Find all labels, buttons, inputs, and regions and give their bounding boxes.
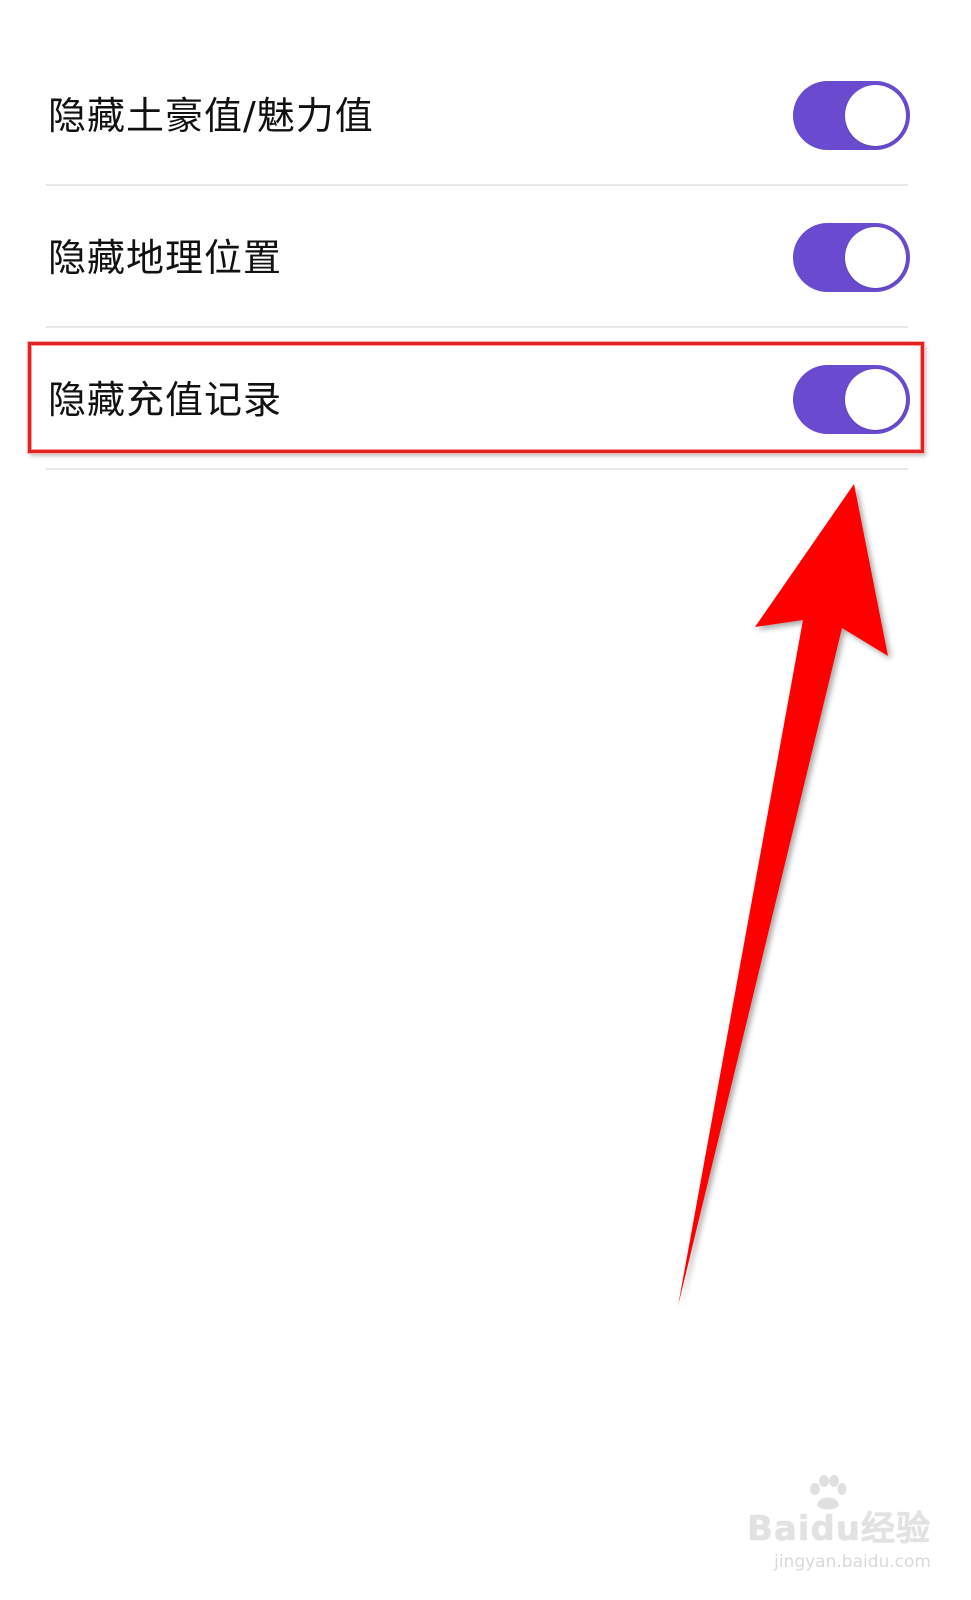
toggle-knob [845,369,906,430]
toggle-knob [845,227,906,288]
setting-label: 隐藏地理位置 [48,236,283,280]
toggle-knob [845,85,906,146]
watermark: Baidu经验 jingyan.baidu.com [747,1475,931,1572]
setting-row-hide-wealth-charm[interactable]: 隐藏土豪值/魅力值 [46,44,910,186]
setting-row-hide-recharge-records[interactable]: 隐藏充值记录 [46,328,910,470]
paw-icon [810,1475,847,1510]
settings-list: 隐藏土豪值/魅力值 隐藏地理位置 隐藏充值记录 [0,44,971,470]
watermark-url: jingyan.baidu.com [774,1552,931,1572]
hide-wealth-charm-toggle[interactable] [793,81,910,150]
hide-recharge-records-toggle[interactable] [793,365,910,434]
setting-label: 隐藏土豪值/魅力值 [48,94,374,138]
setting-row-hide-location[interactable]: 隐藏地理位置 [46,186,910,328]
setting-label: 隐藏充值记录 [48,378,283,422]
hide-location-toggle[interactable] [793,223,910,292]
arrow-shape [678,484,888,1306]
